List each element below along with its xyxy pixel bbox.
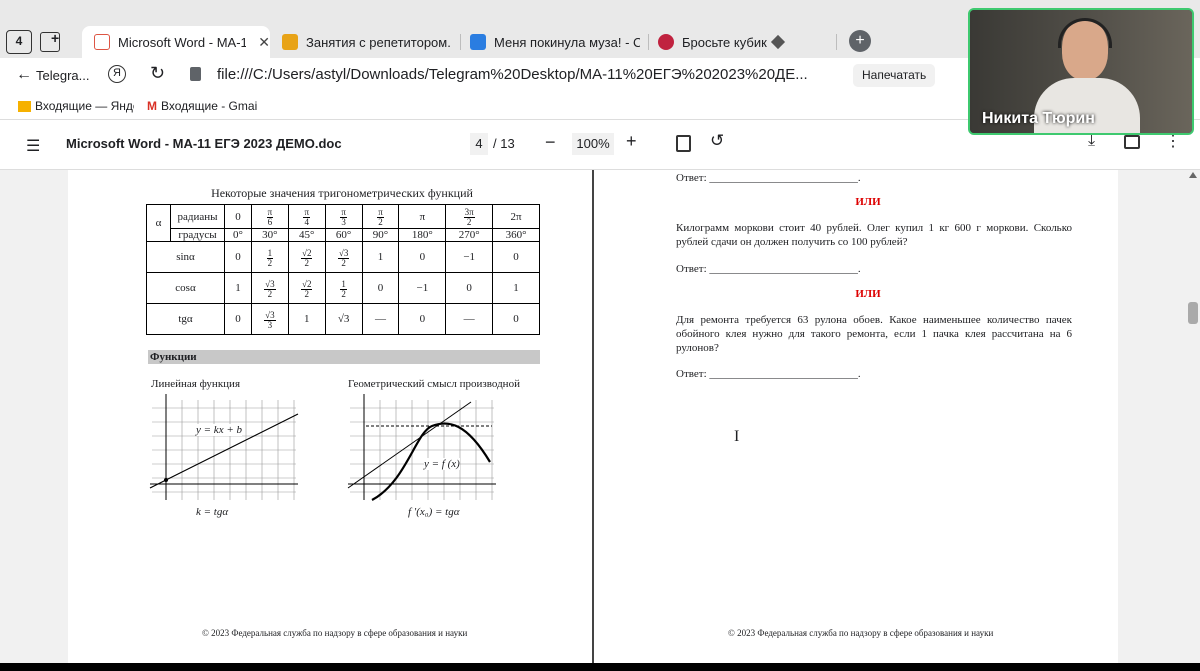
new-window-icon[interactable]: + [40, 30, 60, 52]
pdf-viewer: Некоторые значения тригонометрических фу… [0, 170, 1200, 663]
tab-muse[interactable]: Меня покинула муза! - Сл [470, 26, 640, 58]
table-title: Некоторые значения тригонометрических фу… [211, 186, 473, 200]
back-label[interactable]: Telegra... [36, 68, 89, 83]
question-text: Для ремонта требуется 63 рулона обоев. К… [676, 314, 1072, 354]
print-button[interactable]: Напечатать [853, 64, 936, 87]
favicon-icon [282, 34, 298, 50]
page-number-input[interactable]: 4 [470, 133, 488, 155]
close-tab-icon[interactable]: ✕ [258, 34, 270, 51]
or-label: ИЛИ [855, 196, 881, 208]
tab-dice[interactable]: Бросьте кубик [658, 26, 818, 58]
page-footer: © 2023 Федеральная служба по надзору в с… [728, 628, 994, 638]
file-icon [190, 67, 201, 81]
answer-line: Ответ: ___________________________. [676, 368, 861, 380]
fit-page-icon[interactable] [676, 135, 691, 152]
page-footer: © 2023 Федеральная служба по надзору в с… [202, 628, 468, 638]
question-text: Килограмм моркови стоит 40 рублей. Олег … [676, 222, 1072, 248]
graph1-title: Линейная функция [151, 378, 240, 390]
scrollbar[interactable] [1186, 170, 1200, 663]
tab-tutor[interactable]: Занятия с репетитором. М [282, 26, 450, 58]
menu-icon[interactable]: ☰ [26, 136, 40, 156]
url-field[interactable]: file:///C:/Users/astyl/Downloads/Telegra… [217, 66, 808, 83]
scrollbar-up-icon[interactable] [1189, 172, 1197, 178]
zoom-input[interactable]: 100% [572, 133, 614, 155]
zoom-in-icon[interactable]: + [626, 131, 637, 152]
bookmark-yandex[interactable]: Входящие — Янде [18, 99, 134, 113]
back-icon[interactable]: ← [16, 66, 32, 84]
section-heading: Функции [148, 350, 540, 364]
graph1-formula: y = kx + b [196, 424, 242, 436]
bookmark-gmail[interactable]: M Входящие - Gmai [147, 99, 265, 113]
derivative-graph [347, 394, 496, 501]
graph2-caption: f ′(x₀) = tgα [408, 506, 460, 518]
graph2-formula: y = f (x) [424, 458, 460, 470]
favicon-icon [470, 34, 486, 50]
page-total: / 13 [493, 136, 515, 151]
tg-row: tgα 0 √3 3 1 √3—0—0 [146, 303, 540, 335]
or-label: ИЛИ [855, 288, 881, 300]
scrollbar-thumb[interactable] [1188, 302, 1198, 324]
pdf-icon [94, 34, 110, 50]
tab-counter-button[interactable]: 4 [6, 30, 32, 54]
mail-icon [18, 100, 31, 112]
rad-cell: 0 [224, 204, 252, 229]
webcam-overlay: Никита Тюрин [968, 8, 1194, 135]
rotate-icon[interactable]: ↺ [710, 131, 724, 151]
pdf-page-right: Ответ: ___________________________. ИЛИ … [594, 170, 1118, 663]
text-cursor-icon: I [734, 428, 740, 445]
participant-name: Никита Тюрин [982, 110, 1095, 127]
new-tab-button[interactable]: + [849, 30, 871, 52]
dice-icon [658, 34, 674, 50]
tab-word[interactable]: Microsoft Word - МА-1 ✕ [82, 26, 270, 58]
yandex-icon[interactable]: Я [108, 65, 126, 83]
reload-icon[interactable]: ↻ [150, 63, 165, 84]
document-title: Microsoft Word - МА-11 ЕГЭ 2023 ДЕМО.doc [66, 136, 342, 151]
deg-row: градусы 0° 30° 45° 60° 90° 180° 270° 360° [147, 228, 540, 242]
graph1-caption: k = tgα [196, 506, 229, 518]
linear-function-graph [149, 394, 299, 500]
graph2-title: Геометрический смысл производной [348, 378, 520, 390]
cube-icon [770, 34, 785, 50]
pdf-page-left: Некоторые значения тригонометрических фу… [68, 170, 592, 663]
cos-row: cosα 1 √3 2 √2 2 12 0 −1 0 1 [146, 272, 540, 304]
taskbar-edge [0, 663, 1200, 671]
answer-line: Ответ: ___________________________. [676, 172, 861, 184]
trig-table: α радианы 0 π6 π4 π3 π2 π 3π 2 2π градусы… [146, 204, 540, 335]
printer-icon[interactable] [1124, 135, 1140, 149]
answer-line: Ответ: ___________________________. [676, 263, 861, 275]
gmail-icon: M [147, 99, 157, 113]
zoom-out-icon[interactable]: − [545, 132, 556, 153]
sin-row: sinα 0 12 √2 2 √3 2 1 0 −1 0 [146, 241, 540, 273]
